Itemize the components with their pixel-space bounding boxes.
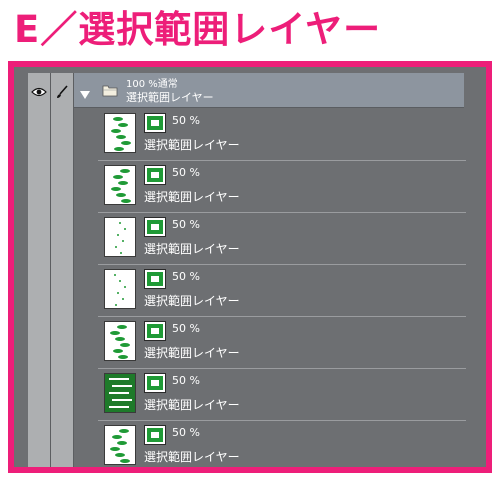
layer-name: 選択範囲レイヤー bbox=[144, 138, 240, 152]
selection-mask-icon bbox=[144, 113, 166, 133]
folder-icon bbox=[102, 82, 118, 101]
layer-thumbnail bbox=[104, 165, 136, 205]
layer-thumbnail bbox=[104, 217, 136, 257]
layer-thumbnail bbox=[104, 321, 136, 361]
layer-name: 選択範囲レイヤー bbox=[144, 398, 240, 412]
selection-mask-icon bbox=[144, 217, 166, 237]
layer-opacity: 50 % bbox=[172, 270, 200, 283]
layer-thumbnail bbox=[104, 269, 136, 309]
triangle-down-icon[interactable] bbox=[80, 84, 90, 103]
brush-icon[interactable] bbox=[51, 83, 73, 101]
layer-row-5[interactable]: 50 % 選択範囲レイヤー bbox=[98, 316, 466, 369]
layer-thumbnail bbox=[104, 113, 136, 153]
layer-row-1[interactable]: 50 % 選択範囲レイヤー bbox=[98, 108, 466, 161]
layer-opacity: 50 % bbox=[172, 166, 200, 179]
layer-opacity: 50 % bbox=[172, 114, 200, 127]
folder-name: 選択範囲レイヤー bbox=[126, 91, 214, 104]
layer-panel: 100 %通常 選択範囲レイヤー 50 % 選択範囲レイヤー 50 % 選択範囲… bbox=[8, 61, 492, 473]
folder-row[interactable]: 100 %通常 選択範囲レイヤー bbox=[74, 73, 464, 108]
layer-thumbnail bbox=[104, 373, 136, 413]
edit-column[interactable] bbox=[51, 73, 74, 467]
selection-mask-icon bbox=[144, 165, 166, 185]
layer-opacity: 50 % bbox=[172, 426, 200, 439]
layer-name: 選択範囲レイヤー bbox=[144, 190, 240, 204]
selection-mask-icon bbox=[144, 373, 166, 393]
layer-row-7[interactable]: 50 % 選択範囲レイヤー bbox=[98, 420, 466, 467]
layer-name: 選択範囲レイヤー bbox=[144, 346, 240, 360]
layer-name: 選択範囲レイヤー bbox=[144, 294, 240, 308]
eye-icon[interactable] bbox=[28, 83, 50, 101]
layer-opacity: 50 % bbox=[172, 374, 200, 387]
visibility-column[interactable] bbox=[28, 73, 51, 467]
selection-mask-icon bbox=[144, 425, 166, 445]
layer-opacity: 50 % bbox=[172, 322, 200, 335]
layer-row-4[interactable]: 50 % 選択範囲レイヤー bbox=[98, 264, 466, 317]
page-heading: E／選択範囲レイヤー bbox=[14, 8, 382, 51]
layer-name: 選択範囲レイヤー bbox=[144, 242, 240, 256]
layer-row-6[interactable]: 50 % 選択範囲レイヤー bbox=[98, 368, 466, 421]
layer-thumbnail bbox=[104, 425, 136, 465]
selection-mask-icon bbox=[144, 269, 166, 289]
folder-opacity-blend: 100 %通常 bbox=[126, 79, 178, 90]
layer-opacity: 50 % bbox=[172, 218, 200, 231]
layer-name: 選択範囲レイヤー bbox=[144, 450, 240, 464]
layer-row-2[interactable]: 50 % 選択範囲レイヤー bbox=[98, 160, 466, 213]
layer-row-3[interactable]: 50 % 選択範囲レイヤー bbox=[98, 212, 466, 265]
selection-mask-icon bbox=[144, 321, 166, 341]
